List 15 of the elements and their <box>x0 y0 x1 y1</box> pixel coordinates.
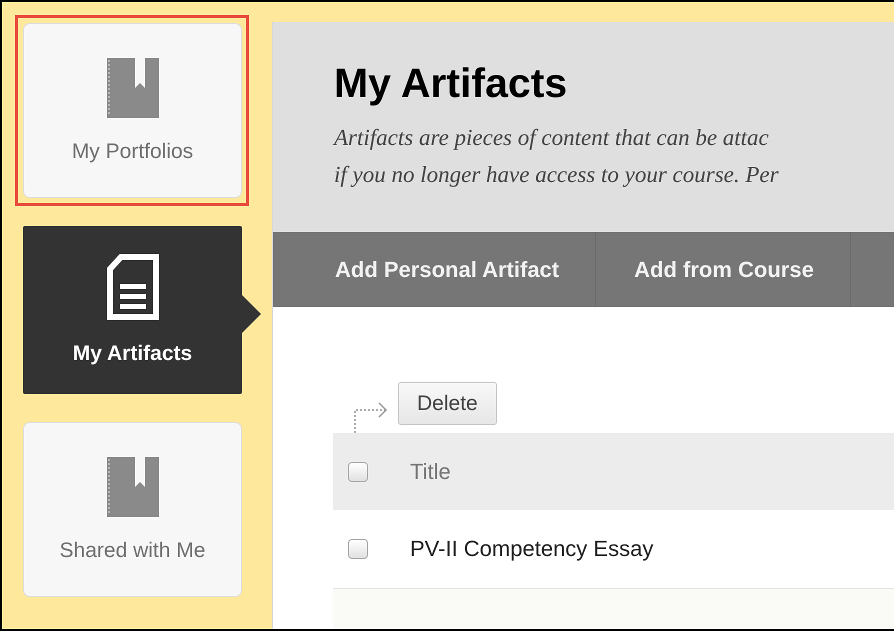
document-icon <box>106 254 158 320</box>
toolbar-button[interactable]: Add from Course <box>596 232 851 307</box>
select-all-checkbox[interactable] <box>348 462 368 482</box>
book-icon <box>106 58 158 118</box>
table-cell: PV-II Competency Essay <box>410 536 654 562</box>
page-title: My Artifacts <box>334 60 568 107</box>
delete-button[interactable]: Delete <box>398 382 497 425</box>
sidebar-item[interactable]: My Portfolios <box>23 23 242 198</box>
column-header[interactable]: Title <box>410 458 451 484</box>
toolbar-button[interactable]: Add Personal Artifact <box>273 232 596 307</box>
sidebar-item[interactable]: Shared with Me <box>23 422 242 597</box>
row-checkbox[interactable] <box>348 539 368 559</box>
description-text: if you no longer have access to your course. Per <box>334 161 780 189</box>
description-text: Artifacts are pieces of content that can be attac <box>334 124 770 152</box>
book-icon <box>106 456 158 516</box>
